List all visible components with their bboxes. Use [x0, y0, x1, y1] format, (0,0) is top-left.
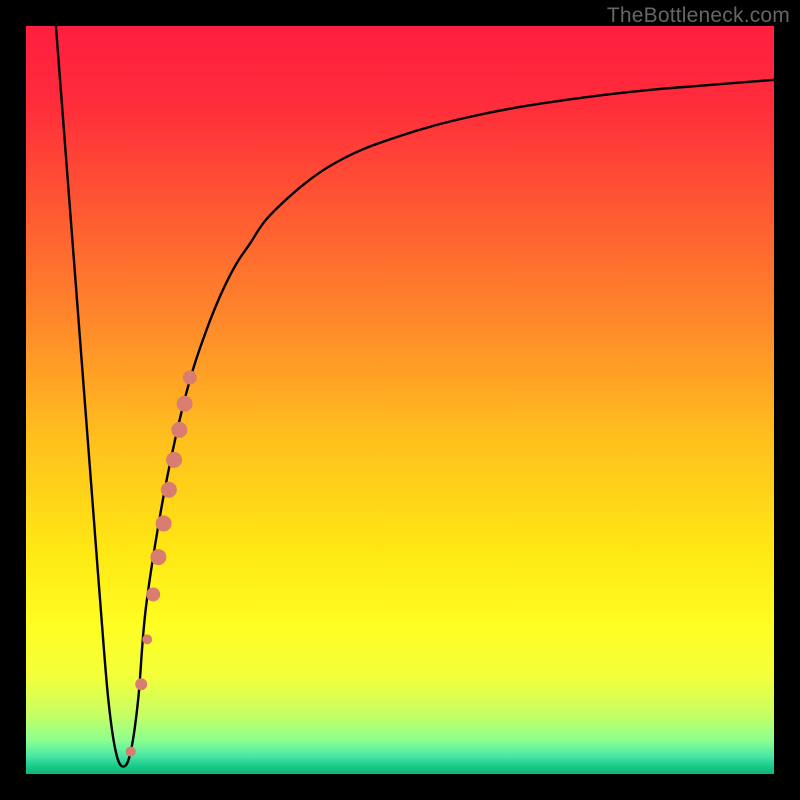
- chart-frame: TheBottleneck.com: [0, 0, 800, 800]
- highlight-dot: [156, 515, 172, 531]
- gradient-background: [26, 26, 774, 774]
- watermark-text: TheBottleneck.com: [607, 4, 790, 28]
- highlight-dot: [183, 371, 197, 385]
- highlight-dot: [171, 422, 187, 438]
- highlight-dot: [161, 482, 177, 498]
- highlight-dot: [135, 678, 147, 690]
- highlight-dot: [126, 747, 136, 757]
- highlight-dot: [166, 452, 182, 468]
- highlight-dot: [177, 396, 193, 412]
- highlight-dot: [142, 634, 152, 644]
- plot-area: [26, 26, 774, 774]
- chart-svg: [26, 26, 774, 774]
- highlight-dot: [146, 587, 160, 601]
- highlight-dot: [150, 549, 166, 565]
